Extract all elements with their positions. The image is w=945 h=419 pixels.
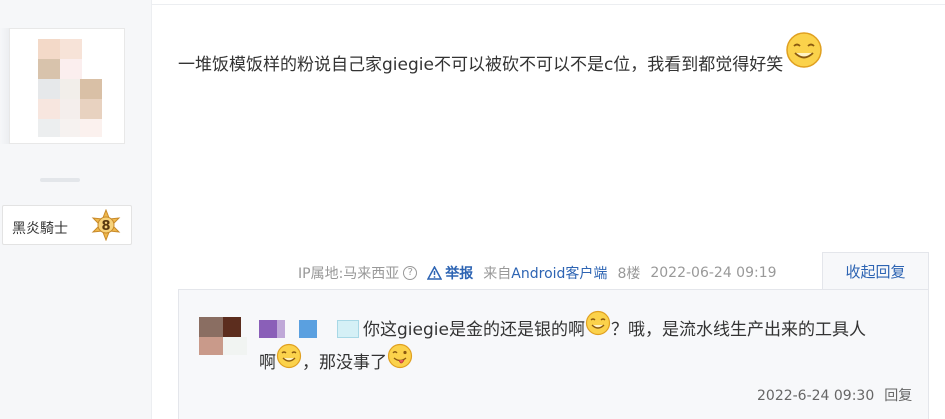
post-content: 一堆饭模饭样的粉说自己家giegie不可以被砍不可以不是c位，我看到都觉得好笑 <box>178 32 823 77</box>
collapse-replies-button[interactable]: 收起回复 <box>822 252 929 290</box>
info-icon[interactable]: ? <box>403 266 418 280</box>
level-title: 黑炎騎士 <box>12 221 68 237</box>
reply-area: 你这giegie是金的还是银的啊 ？哦，是流水线生产出来的工具人 啊 ，那没事了… <box>178 289 929 419</box>
android-client-link[interactable]: Android客户端 <box>511 263 607 283</box>
post-datetime: 2022-06-24 09:19 <box>650 265 777 281</box>
reply-text-part3: 啊 <box>259 353 276 373</box>
smile-emoji-icon <box>585 310 611 336</box>
report-button[interactable]: 举报 <box>427 263 473 283</box>
client-prefix: 来自 <box>483 266 512 282</box>
ip-location: IP属地:马来西亚 <box>298 266 400 282</box>
warning-icon <box>427 266 443 280</box>
author-avatar[interactable] <box>9 28 125 144</box>
reply-text-part1: 你这giegie是金的还是银的啊 <box>363 320 585 340</box>
tongue-emoji-icon <box>387 343 413 369</box>
smile-emoji-icon <box>786 32 823 68</box>
smile-emoji-icon <box>276 343 302 369</box>
level-star-icon: 8 <box>91 209 121 241</box>
reply-meta: 2022-6-24 09:30 回复 <box>757 385 912 405</box>
floor-number: 8楼 <box>617 266 641 282</box>
reply-avatar[interactable] <box>199 317 247 357</box>
author-username[interactable] <box>40 178 80 182</box>
top-divider <box>152 0 945 5</box>
post-footer: IP属地:马来西亚 ? 举报 来自 Android客户端 8楼 2022-06-… <box>298 263 777 283</box>
avatar-shadow <box>0 28 9 144</box>
author-sidebar: 黑炎騎士 8 <box>0 0 152 419</box>
level-badge[interactable]: 黑炎騎士 8 <box>2 205 132 245</box>
reply-datetime: 2022-6-24 09:30 <box>757 388 875 404</box>
post-text: 一堆饭模饭样的粉说自己家giegie不可以被砍不可以不是c位，我看到都觉得好笑 <box>178 55 784 75</box>
reply-text-part4: ，那没事了 <box>302 353 387 373</box>
report-label: 举报 <box>445 266 474 282</box>
reply-button[interactable]: 回复 <box>884 388 912 404</box>
reply-text-part2: ？哦，是流水线生产出来的工具人 <box>610 320 866 340</box>
reply-text: 你这giegie是金的还是银的啊 ？哦，是流水线生产出来的工具人 啊 ，那没事了 <box>259 310 919 380</box>
level-number: 8 <box>101 219 110 234</box>
